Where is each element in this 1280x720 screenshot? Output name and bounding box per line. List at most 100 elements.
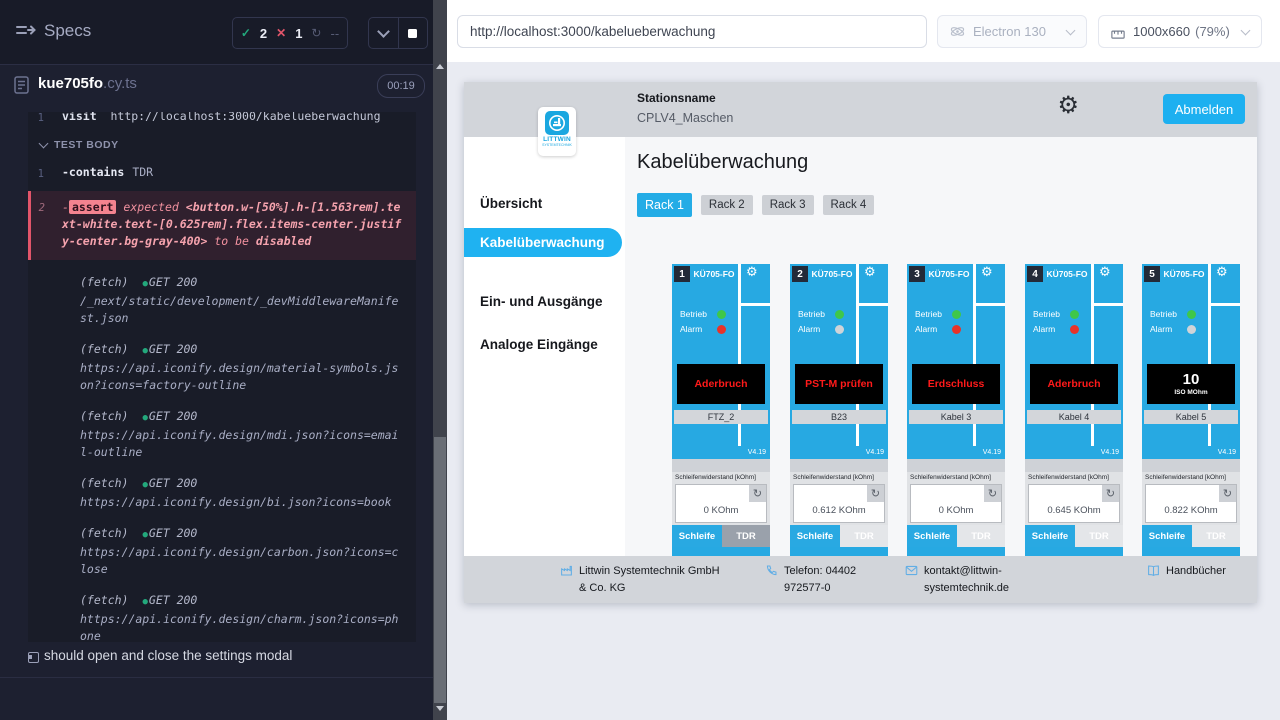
status-ok-dot-icon: ● <box>142 346 147 356</box>
tdr-button[interactable]: TDR <box>722 525 770 547</box>
firmware-version: V4.19 <box>983 449 1001 456</box>
status-value: 10 <box>1183 372 1200 387</box>
alarm-led <box>952 325 961 334</box>
viewport-select[interactable]: 1000x660 (79%) <box>1098 15 1262 48</box>
card-settings-gear-icon[interactable]: ⚙ <box>746 266 758 279</box>
loop-resistance-value: 0 KOhm <box>911 505 1001 516</box>
status-display: Aderbruch <box>677 364 765 404</box>
littwin-logo: LITTWIN SYSTEMTECHNIK <box>538 107 576 156</box>
fetch-log-entry[interactable]: (fetch)●GET 200 /_next/static/developmen… <box>28 274 416 327</box>
firmware-version: V4.19 <box>866 449 884 456</box>
chevron-down-icon <box>1066 26 1076 36</box>
betrieb-led <box>835 310 844 319</box>
schleife-button[interactable]: Schleife <box>907 525 957 547</box>
failed-count: 1 <box>295 26 302 41</box>
fetch-url: https://api.iconify.design/bi.json?icons… <box>80 494 405 511</box>
fetch-url: https://api.iconify.design/carbon.json?i… <box>80 544 405 578</box>
divider <box>859 303 888 306</box>
fetch-log-entry[interactable]: (fetch)●GET 200 https://api.iconify.desi… <box>28 341 416 394</box>
reporter-scrollbar[interactable] <box>433 0 447 720</box>
stop-button[interactable] <box>398 18 428 48</box>
card-settings-gear-icon[interactable]: ⚙ <box>864 266 876 279</box>
alarm-label: Alarm <box>915 324 937 334</box>
specs-menu-icon[interactable] <box>16 23 36 42</box>
scroll-down-arrow-icon[interactable] <box>436 706 444 711</box>
fetch-log-entry[interactable]: (fetch)●GET 200 https://api.iconify.desi… <box>28 475 416 511</box>
fetch-log-entry[interactable]: (fetch)●GET 200 https://api.iconify.desi… <box>28 592 416 642</box>
sidebar-item-3[interactable]: Ein- und Ausgänge <box>464 287 622 316</box>
fetch-log-entry[interactable]: (fetch)●GET 200 https://api.iconify.desi… <box>28 408 416 461</box>
factory-icon <box>560 564 573 577</box>
alarm-label: Alarm <box>1150 324 1172 334</box>
collapse-button[interactable] <box>369 18 398 48</box>
device-card-2: 2 KÜ705-FO ⚙ Betrieb Alarm PST-M prüfen … <box>790 264 888 556</box>
command-visit[interactable]: 1 visit http://localhost:3000/kabelueber… <box>28 112 416 127</box>
spec-file-icon <box>14 76 29 99</box>
settings-gear-icon[interactable]: ⚙ <box>1057 93 1079 117</box>
tdr-button[interactable]: TDR <box>1192 525 1240 547</box>
loop-resistance-value: 0.612 KOhm <box>794 505 884 516</box>
schleife-button[interactable]: Schleife <box>1025 525 1075 547</box>
footer-item[interactable]: Telefon: 04402 972577-0 <box>765 563 905 603</box>
slot-number-badge: 3 <box>909 266 925 282</box>
footer-item[interactable]: Handbücher <box>1147 563 1226 603</box>
divider <box>672 459 770 472</box>
url-input[interactable] <box>457 15 927 48</box>
command-log: 1 visit http://localhost:3000/kabelueber… <box>28 112 416 642</box>
test-stats: ✓2 ✕1 ↻-- <box>232 17 348 49</box>
command-contains[interactable]: 1 -containsTDR <box>28 163 416 181</box>
device-model: KÜ705-FO <box>926 269 972 279</box>
spec-file-row[interactable]: kue705fo.cy.ts 00:19 <box>0 65 433 112</box>
device-card-1: 1 KÜ705-FO ⚙ Betrieb Alarm Aderbruch FTZ… <box>672 264 770 556</box>
reporter-header: Specs ✓2 ✕1 ↻-- <box>0 0 433 65</box>
divider <box>1142 459 1240 472</box>
divider <box>1208 424 1211 446</box>
refresh-icon[interactable]: ↻ <box>867 485 884 502</box>
refresh-icon[interactable]: ↻ <box>984 485 1001 502</box>
footer-item: Littwin Systemtechnik GmbH & Co. KG <box>560 563 765 603</box>
divider <box>741 303 770 306</box>
refresh-icon[interactable]: ↻ <box>1219 485 1236 502</box>
status-unit: ISO MOhm <box>1174 389 1207 396</box>
sidebar-item-2[interactable]: Kabelüberwachung <box>464 228 622 257</box>
pending-icon: ↻ <box>311 26 321 40</box>
app-header: Stationsname CPLV4_Maschen ⚙ Abmelden <box>464 82 1257 137</box>
sidebar-item-1[interactable]: Übersicht <box>464 189 622 218</box>
tdr-button[interactable]: TDR <box>1075 525 1123 547</box>
tdr-button[interactable]: TDR <box>957 525 1005 547</box>
email-icon <box>905 564 918 577</box>
loop-resistance-value: 0.645 KOhm <box>1029 505 1119 516</box>
divider <box>738 424 741 446</box>
station-name-value: CPLV4_Maschen <box>637 111 733 125</box>
assert-badge: assert <box>69 200 117 214</box>
card-settings-gear-icon[interactable]: ⚙ <box>981 266 993 279</box>
fetch-log-entry[interactable]: (fetch)●GET 200 https://api.iconify.desi… <box>28 525 416 578</box>
command-assert-failed[interactable]: 2 -assert expected <button.w-[50%].h-[1.… <box>28 191 416 260</box>
aut-region: Electron 130 1000x660 (79%) Stationsname… <box>447 0 1280 720</box>
scrollbar-thumb[interactable] <box>434 437 446 703</box>
tdr-button[interactable]: TDR <box>840 525 888 547</box>
card-settings-gear-icon[interactable]: ⚙ <box>1216 266 1228 279</box>
cable-name: Kabel 5 <box>1144 410 1238 424</box>
cypress-reporter-panel: Specs ✓2 ✕1 ↻-- kue705fo.cy.ts 00:19 1 <box>0 0 433 720</box>
schleife-button[interactable]: Schleife <box>672 525 722 547</box>
footer-item[interactable]: kontakt@littwin-systemtechnik.de <box>905 563 1117 603</box>
card-settings-gear-icon[interactable]: ⚙ <box>1099 266 1111 279</box>
sidebar-item-4[interactable]: Analoge Eingänge <box>464 330 622 359</box>
scroll-up-arrow-icon[interactable] <box>436 64 444 69</box>
fetch-url: https://api.iconify.design/material-symb… <box>80 360 405 394</box>
logout-button[interactable]: Abmelden <box>1163 94 1245 124</box>
status-ok-dot-icon: ● <box>142 480 147 490</box>
divider <box>976 303 1005 306</box>
browser-select[interactable]: Electron 130 <box>937 15 1087 48</box>
status-display: 10 ISO MOhm <box>1147 364 1235 404</box>
station-name-label: Stationsname <box>637 91 716 105</box>
refresh-icon[interactable]: ↻ <box>1102 485 1119 502</box>
schleife-button[interactable]: Schleife <box>1142 525 1192 547</box>
device-model: KÜ705-FO <box>809 269 855 279</box>
refresh-icon[interactable]: ↻ <box>749 485 766 502</box>
alarm-label: Alarm <box>680 324 702 334</box>
schleife-button[interactable]: Schleife <box>790 525 840 547</box>
next-test-row[interactable]: should open and close the settings modal <box>0 648 433 676</box>
test-body-section[interactable]: TEST BODY <box>40 139 416 151</box>
